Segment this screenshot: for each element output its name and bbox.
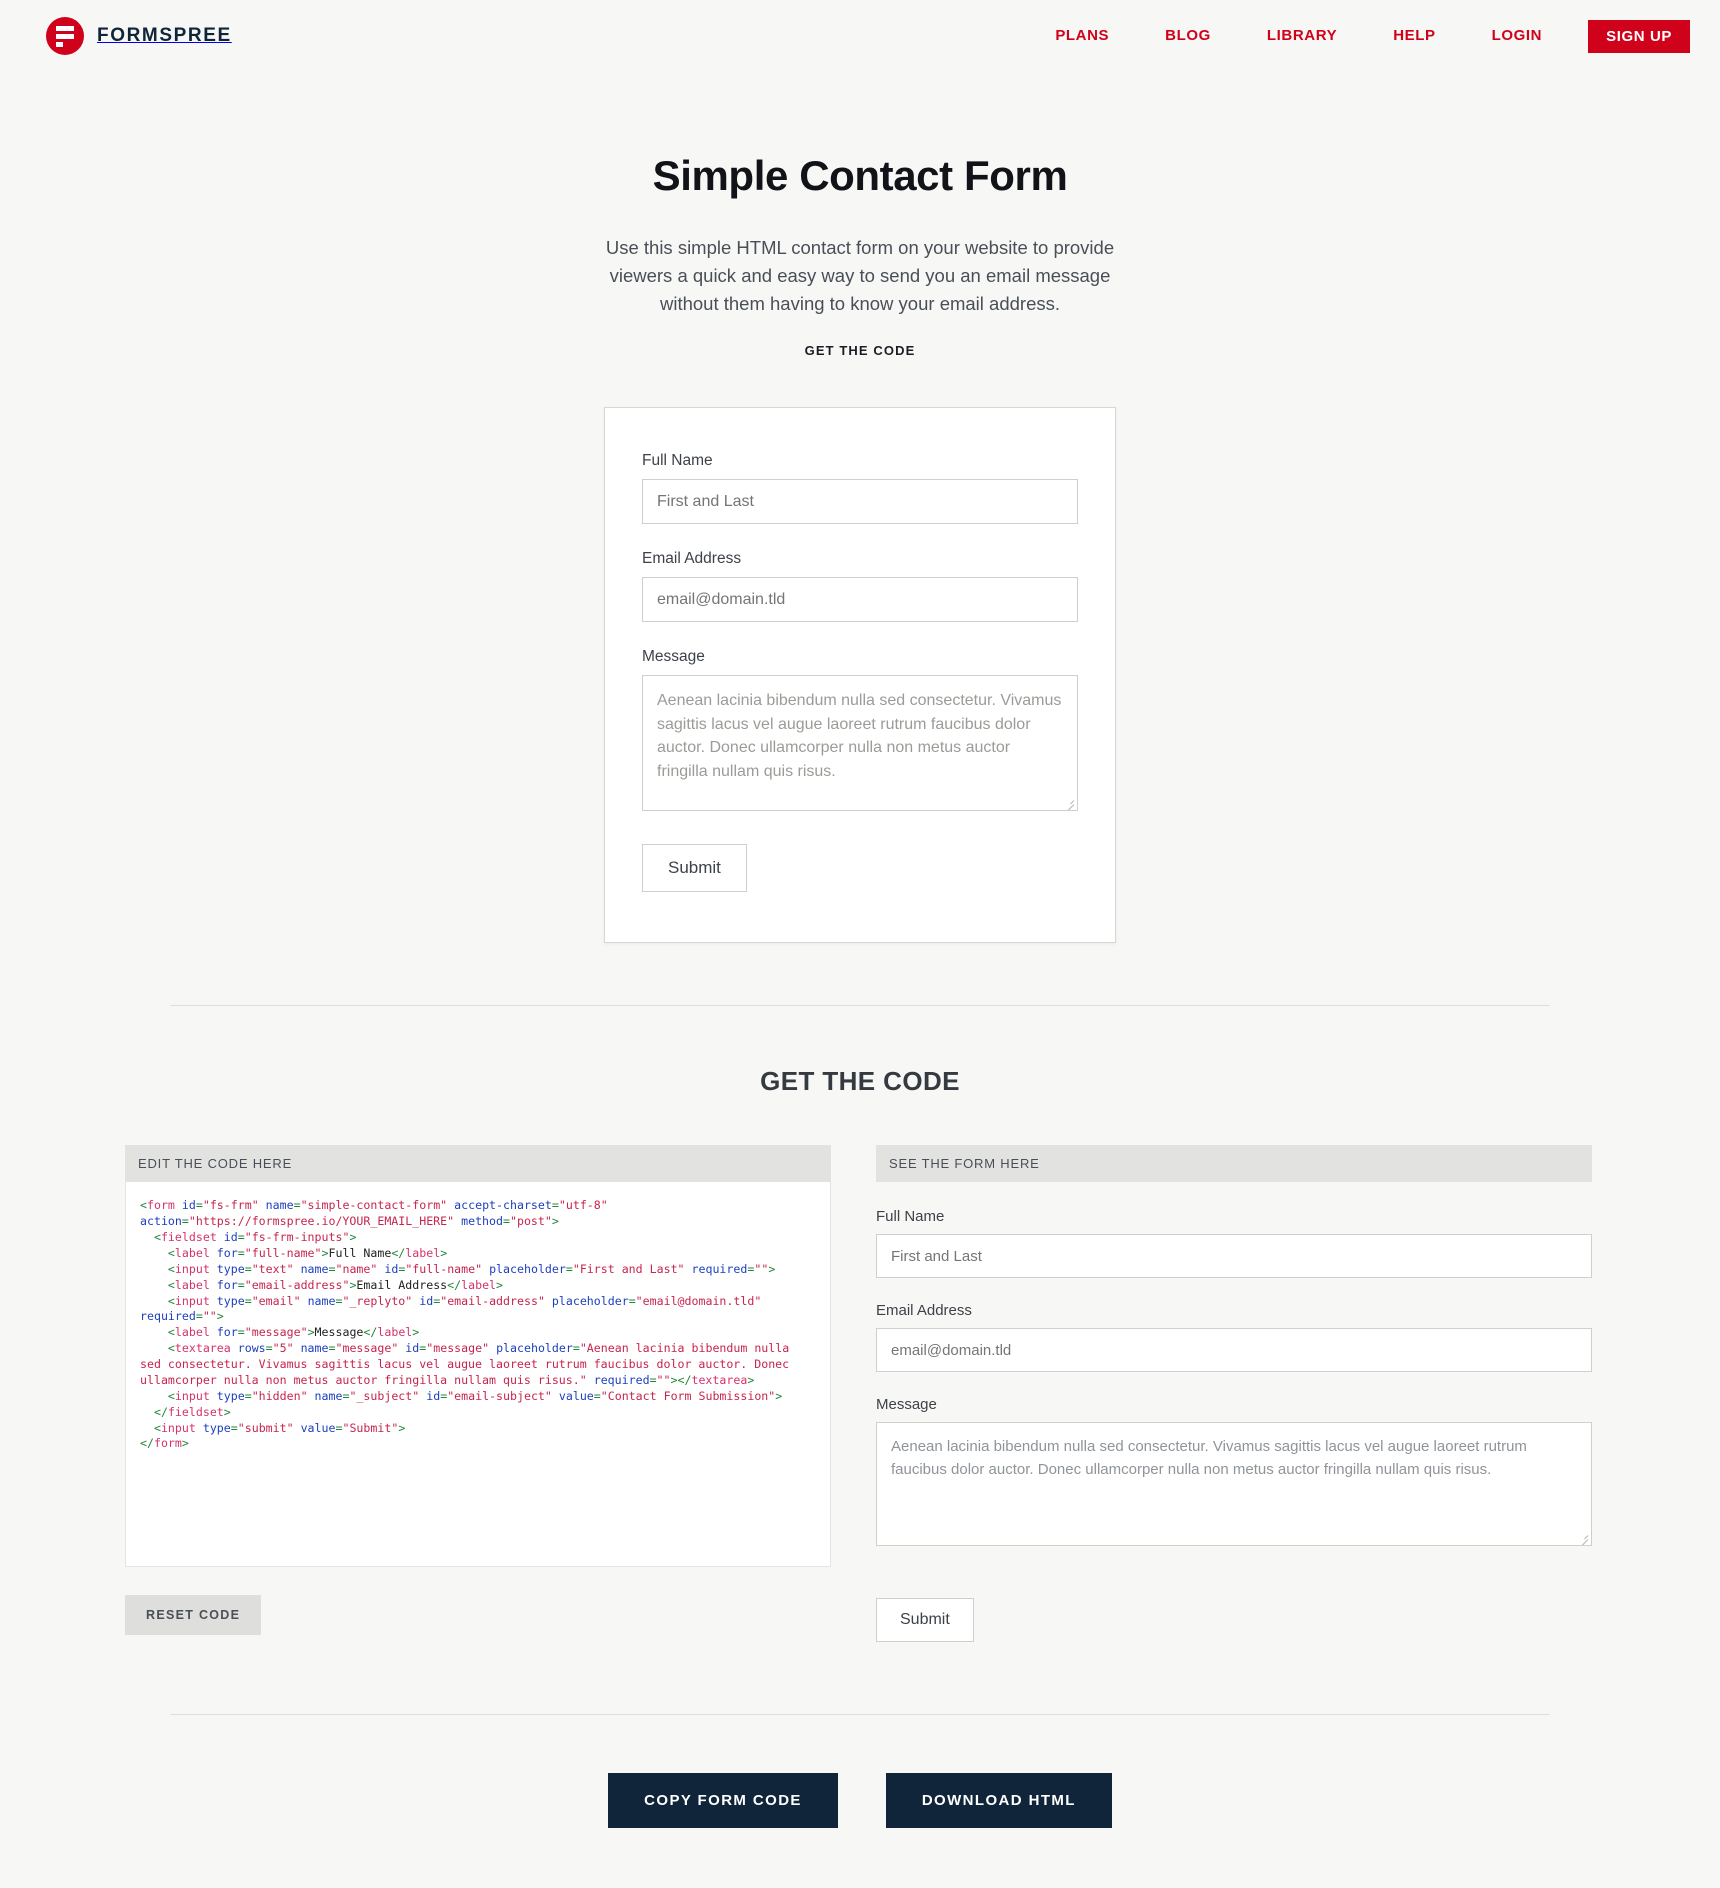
code-editor-content[interactable]: <form id="fs-frm" name="simple-contact-f… [140, 1198, 816, 1452]
sign-up-button[interactable]: SIGN UP [1588, 19, 1690, 53]
preview-message-textarea[interactable]: Aenean lacinia bibendum nulla sed consec… [876, 1422, 1592, 1547]
code-editor-box[interactable]: <form id="fs-frm" name="simple-contact-f… [125, 1182, 831, 1568]
copy-form-code-button[interactable]: COPY FORM CODE [608, 1773, 838, 1829]
download-html-button[interactable]: DOWNLOAD HTML [885, 1773, 1112, 1829]
get-the-code-section: GET THE CODE EDIT THE CODE HERE <form id… [0, 1006, 1720, 1643]
code-and-preview-panels: EDIT THE CODE HERE <form id="fs-frm" nam… [125, 1145, 1595, 1643]
nav-item-library[interactable]: LIBRARY [1239, 21, 1365, 51]
preview-email-input[interactable] [876, 1328, 1592, 1373]
code-editor-title: EDIT THE CODE HERE [125, 1145, 831, 1183]
preview-field-message: Message Aenean lacinia bibendum nulla se… [876, 1396, 1592, 1547]
hero-section: Simple Contact Form Use this simple HTML… [0, 72, 1720, 944]
preview-message-placeholder-text: Aenean lacinia bibendum nulla sed consec… [891, 1438, 1527, 1478]
preview-submit-button[interactable]: Submit [876, 1598, 974, 1643]
resize-grip-icon[interactable] [1063, 796, 1075, 811]
code-editor-panel: EDIT THE CODE HERE <form id="fs-frm" nam… [125, 1145, 831, 1642]
demo-field-email: Email Address [642, 550, 1078, 623]
preview-full-name-label: Full Name [876, 1208, 945, 1226]
nav-item-login[interactable]: LOGIN [1464, 21, 1571, 51]
form-preview-body: Full Name Email Address Message Aenean l… [876, 1182, 1592, 1643]
demo-email-input[interactable] [642, 577, 1078, 623]
page-title: Simple Contact Form [652, 152, 1068, 199]
preview-full-name-input[interactable] [876, 1234, 1592, 1279]
demo-field-message: Message Aenean lacinia bibendum nulla se… [642, 648, 1078, 812]
formspree-logo-icon [46, 17, 84, 55]
demo-message-placeholder-text: Aenean lacinia bibendum nulla sed consec… [657, 692, 1062, 780]
form-preview-title: SEE THE FORM HERE [876, 1145, 1592, 1183]
brand-logo-link[interactable]: FORMSPREE [46, 17, 232, 55]
nav-item-plans[interactable]: PLANS [1027, 21, 1137, 51]
brand-name: FORMSPREE [97, 25, 232, 46]
page-description: Use this simple HTML contact form on you… [605, 237, 1115, 314]
footer-actions: COPY FORM CODE DOWNLOAD HTML [0, 1715, 1720, 1888]
demo-message-label: Message [642, 648, 705, 666]
site-header: FORMSPREE PLANS BLOG LIBRARY HELP LOGIN … [0, 0, 1720, 72]
get-the-code-anchor[interactable]: GET THE CODE [805, 343, 916, 358]
nav-item-blog[interactable]: BLOG [1137, 21, 1239, 51]
preview-email-label: Email Address [876, 1302, 972, 1320]
demo-form-card: Full Name Email Address Message Aenean l… [604, 407, 1116, 944]
form-preview-panel: SEE THE FORM HERE Full Name Email Addres… [876, 1145, 1592, 1643]
demo-field-full-name: Full Name [642, 452, 1078, 525]
get-the-code-heading: GET THE CODE [760, 1066, 960, 1097]
main-nav: PLANS BLOG LIBRARY HELP LOGIN SIGN UP [1027, 19, 1690, 53]
preview-message-label: Message [876, 1396, 937, 1414]
demo-full-name-label: Full Name [642, 452, 713, 470]
preview-field-full-name: Full Name [876, 1208, 1592, 1279]
demo-submit-button[interactable]: Submit [642, 844, 747, 893]
demo-message-textarea[interactable]: Aenean lacinia bibendum nulla sed consec… [642, 675, 1078, 812]
reset-code-button[interactable]: RESET CODE [125, 1595, 262, 1636]
preview-field-email: Email Address [876, 1302, 1592, 1373]
demo-email-label: Email Address [642, 550, 742, 568]
demo-full-name-input[interactable] [642, 479, 1078, 525]
nav-item-help[interactable]: HELP [1365, 21, 1463, 51]
resize-grip-icon[interactable] [1577, 1531, 1589, 1546]
